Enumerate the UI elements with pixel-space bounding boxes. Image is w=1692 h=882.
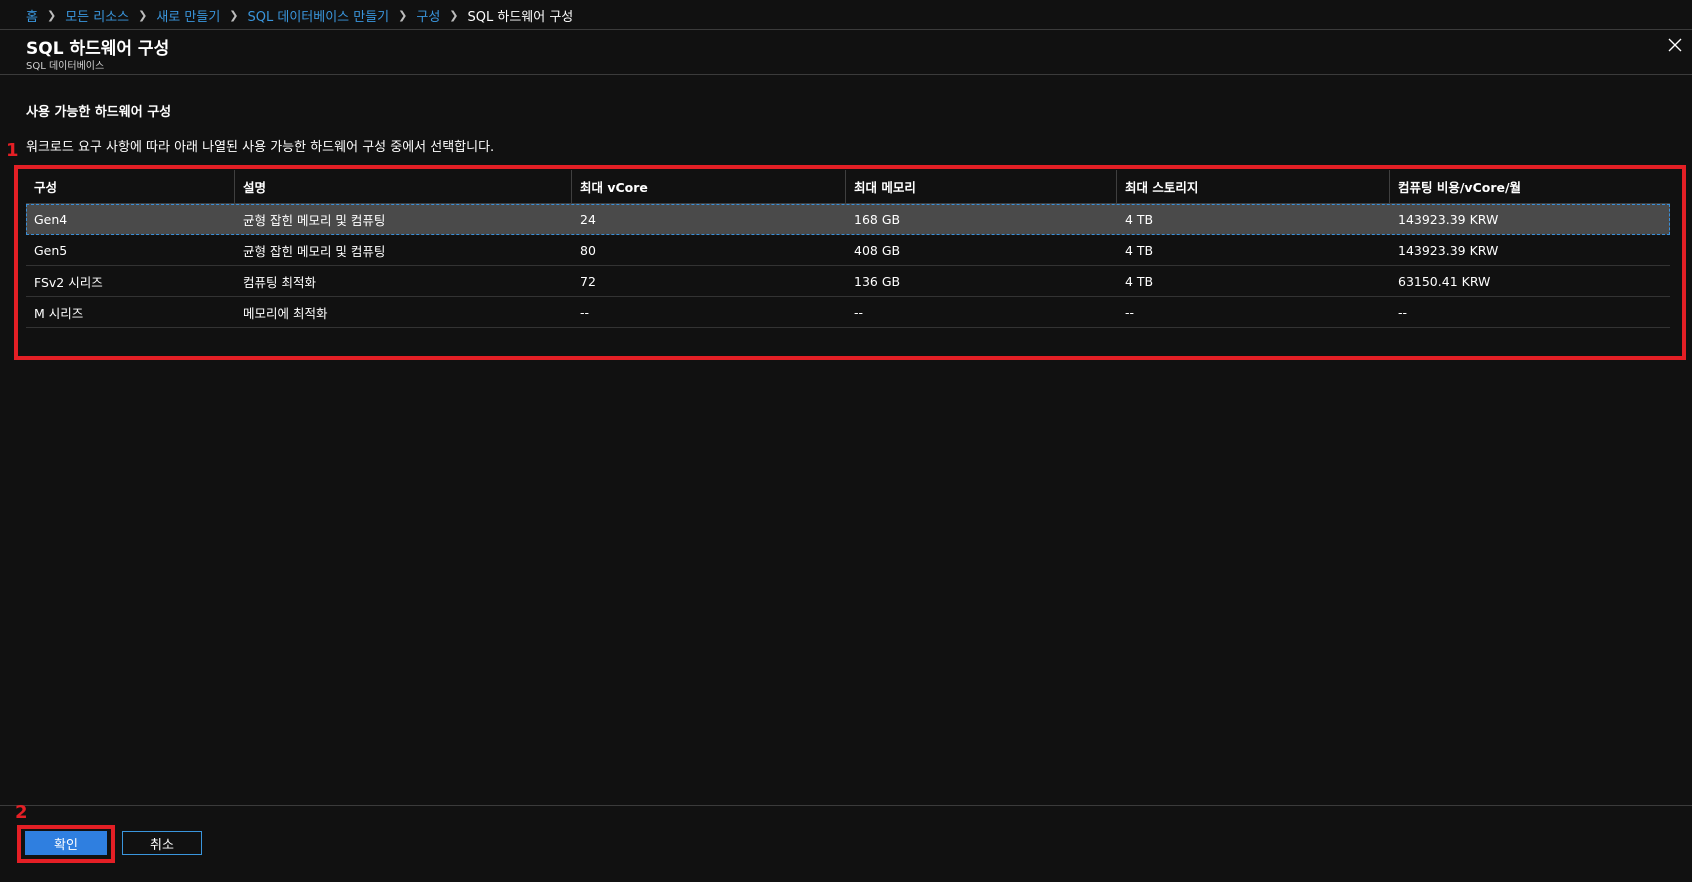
table-cell: 143923.39 KRW [1398,242,1499,258]
table-row-gen5[interactable]: Gen5 균형 잡힌 메모리 및 컴퓨팅 80 408 GB 4 TB 1439… [26,235,1670,266]
table-cell: 메모리에 최적화 [243,305,328,321]
table-cell: 4 TB [1125,273,1154,289]
ok-button[interactable]: 확인 [25,831,107,855]
column-header-compute-cost[interactable]: 컴퓨팅 비용/vCore/월 [1390,170,1666,203]
hardware-config-table: 구성 설명 최대 vCore 최대 메모리 최대 스토리지 컴퓨팅 비용/vCo… [26,170,1670,328]
table-cell: 136 GB [854,273,901,289]
breadcrumb-create-sql-database[interactable]: SQL 데이터베이스 만들기 [248,6,390,25]
table-row-fsv2[interactable]: FSv2 시리즈 컴퓨팅 최적화 72 136 GB 4 TB 63150.41… [26,266,1670,297]
column-header-max-memory[interactable]: 최대 메모리 [846,170,1117,203]
table-cell: M 시리즈 [34,305,84,321]
chevron-right-icon: ❯ [398,8,408,22]
breadcrumb: 홈 ❯ 모든 리소스 ❯ 새로 만들기 ❯ SQL 데이터베이스 만들기 ❯ 구… [26,6,574,25]
close-icon[interactable] [1666,36,1684,54]
cancel-button[interactable]: 취소 [122,831,202,855]
table-cell: 4 TB [1125,211,1154,227]
breadcrumb-home[interactable]: 홈 [26,6,38,25]
chevron-right-icon: ❯ [138,8,148,22]
annotation-number-2: 2 [15,802,28,823]
table-cell: Gen4 [34,211,68,227]
table-cell: -- [854,304,864,320]
table-cell: 168 GB [854,211,901,227]
table-cell: 143923.39 KRW [1398,211,1499,227]
divider [0,74,1692,75]
chevron-right-icon: ❯ [46,8,57,22]
table-cell: 408 GB [854,242,901,258]
table-cell: 4 TB [1125,242,1154,258]
page-title: SQL 하드웨어 구성 [26,39,170,59]
table-cell: Gen5 [34,242,68,258]
table-cell: -- [580,304,590,320]
column-header-config[interactable]: 구성 [26,170,235,203]
annotation-number-1: 1 [6,140,19,161]
column-header-description[interactable]: 설명 [235,170,572,203]
column-header-max-storage[interactable]: 최대 스토리지 [1117,170,1390,203]
table-header-row: 구성 설명 최대 vCore 최대 메모리 최대 스토리지 컴퓨팅 비용/vCo… [26,170,1670,204]
breadcrumb-create-new[interactable]: 새로 만들기 [156,6,220,25]
table-row-m-series[interactable]: M 시리즈 메모리에 최적화 -- -- -- -- [26,297,1670,328]
table-cell: 균형 잡힌 메모리 및 컴퓨팅 [243,243,386,259]
divider [0,805,1692,806]
column-header-max-vcore[interactable]: 최대 vCore [572,170,846,203]
divider [0,29,1692,30]
table-cell: 63150.41 KRW [1398,273,1491,289]
table-cell: 균형 잡힌 메모리 및 컴퓨팅 [243,212,386,228]
table-cell: -- [1125,304,1135,320]
page-subtitle: SQL 데이터베이스 [26,61,105,72]
table-cell: FSv2 시리즈 [34,274,103,290]
breadcrumb-all-resources[interactable]: 모든 리소스 [65,6,129,25]
chevron-right-icon: ❯ [229,8,239,22]
breadcrumb-current: SQL 하드웨어 구성 [467,9,574,25]
table-row-gen4[interactable]: Gen4 균형 잡힌 메모리 및 컴퓨팅 24 168 GB 4 TB 1439… [26,204,1670,235]
table-cell: 80 [580,242,596,258]
breadcrumb-configure[interactable]: 구성 [416,6,440,25]
table-cell: 컴퓨팅 최적화 [243,274,316,290]
table-cell: 72 [580,273,596,289]
table-cell: -- [1398,304,1408,320]
chevron-right-icon: ❯ [449,8,459,22]
section-description: 워크로드 요구 사항에 따라 아래 나열된 사용 가능한 하드웨어 구성 중에서… [26,140,495,155]
section-title: 사용 가능한 하드웨어 구성 [26,105,172,120]
table-cell: 24 [580,211,596,227]
